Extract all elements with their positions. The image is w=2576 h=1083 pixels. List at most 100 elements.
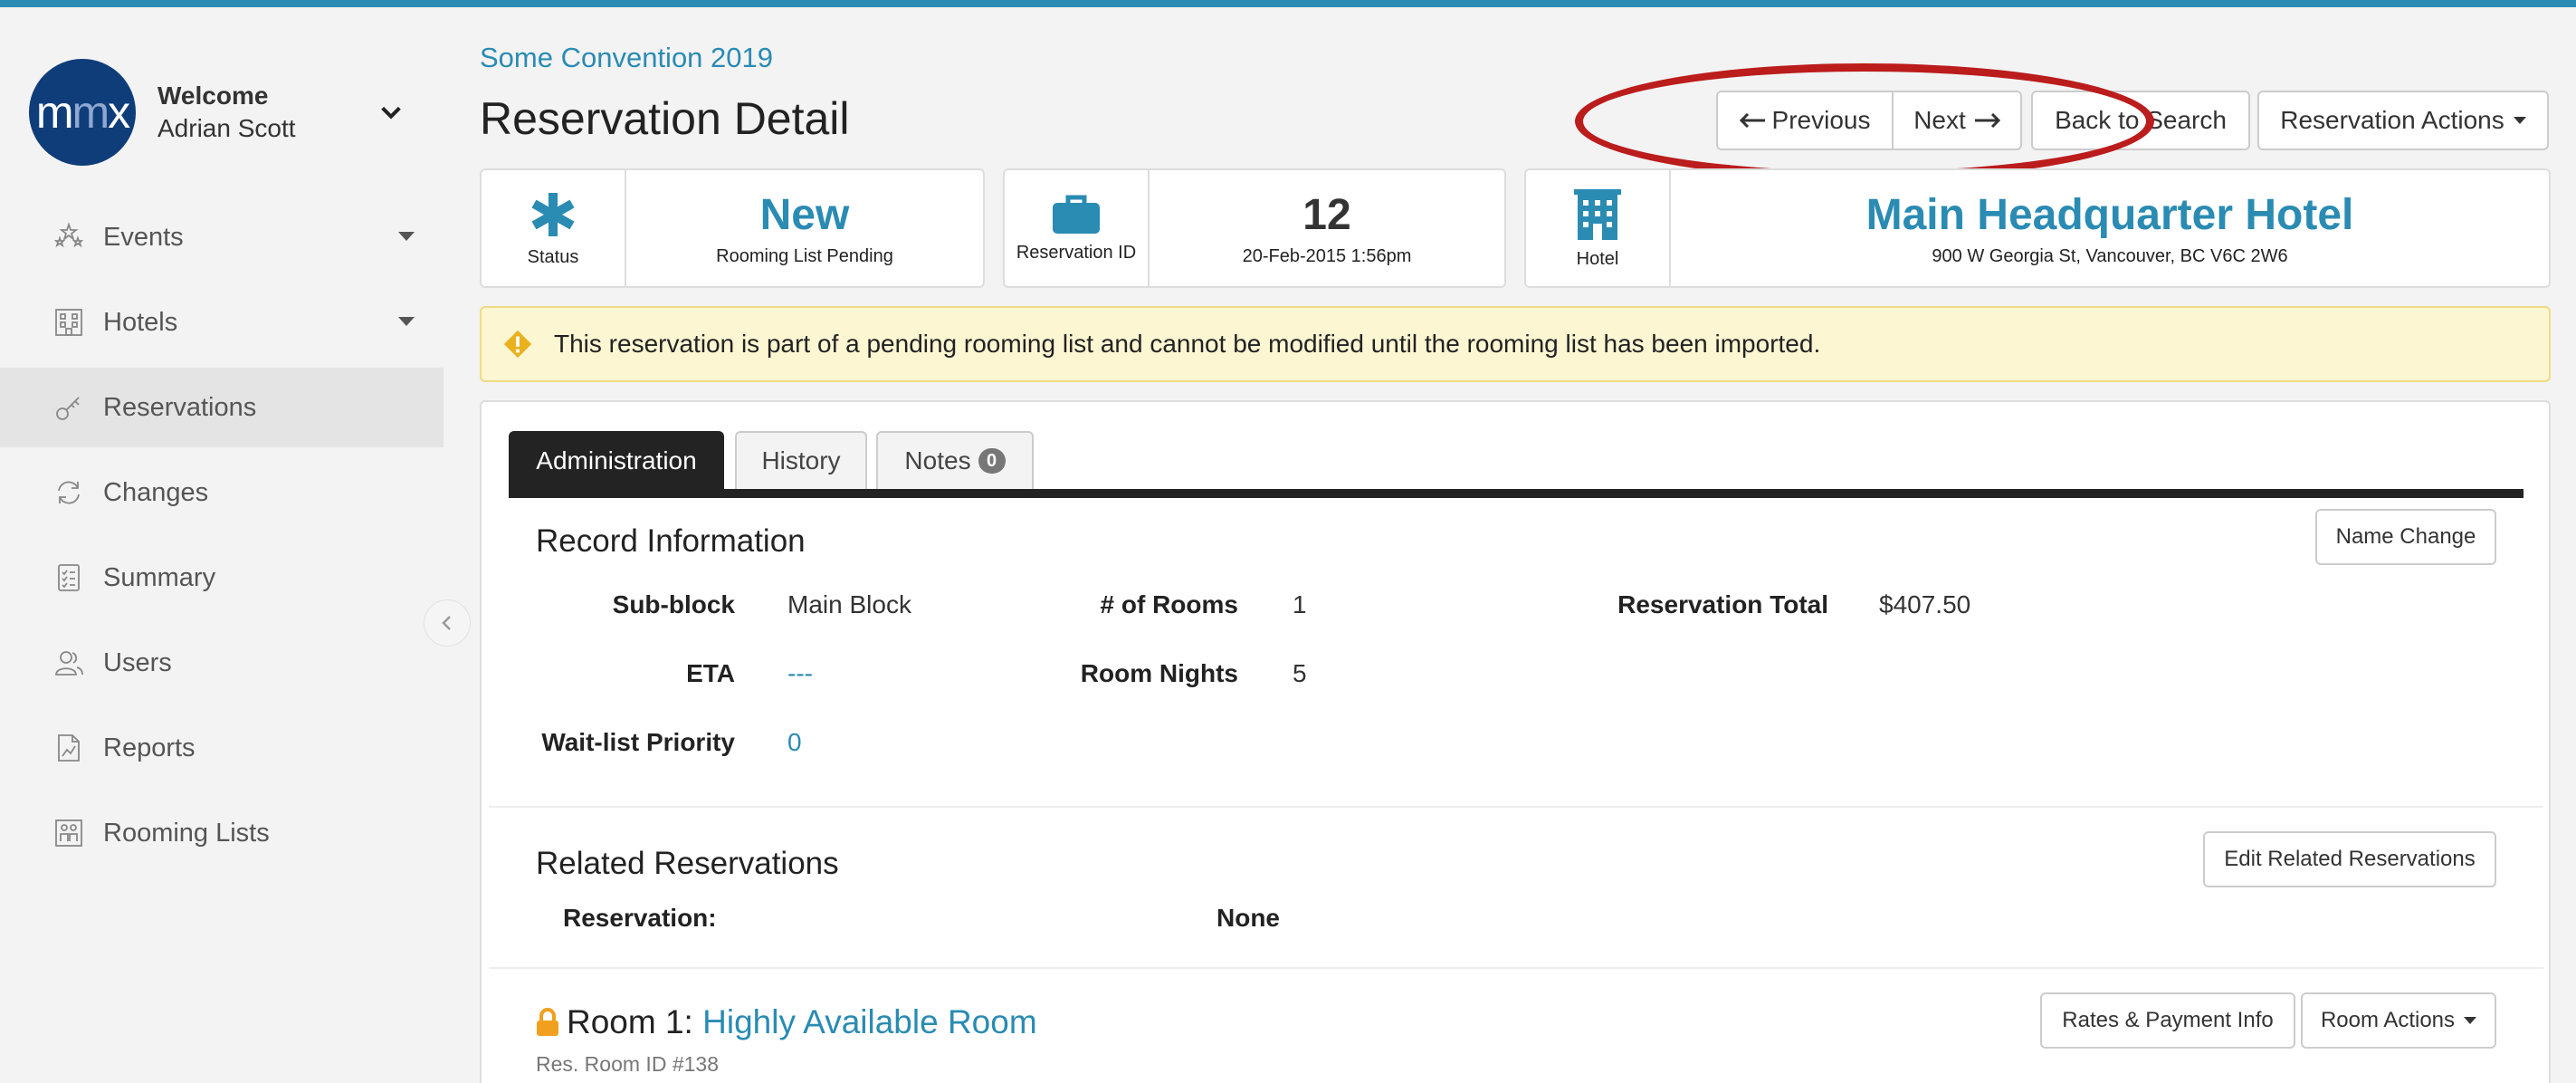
status-card: Status New Rooming List Pending — [480, 168, 985, 288]
refresh-icon — [52, 476, 85, 509]
tab-administration[interactable]: Administration — [509, 431, 724, 489]
caret-down-icon — [2464, 1017, 2477, 1024]
back-to-search-button[interactable]: Back to Search — [2031, 91, 2250, 150]
rooms-value: 1 — [1293, 590, 1307, 618]
reservation-id-label: Reservation ID — [1016, 242, 1137, 263]
tab-underline — [509, 489, 2524, 498]
rooming-list-icon — [52, 817, 85, 849]
room-nights-value: 5 — [1293, 659, 1307, 687]
related-reservation-label: Reservation: — [563, 904, 717, 932]
reservation-icon-col: Reservation ID — [1005, 170, 1150, 286]
status-sub: Rooming List Pending — [716, 245, 893, 266]
page-title: Reservation Detail — [480, 93, 850, 144]
rooms-label: # of Rooms — [1100, 590, 1238, 618]
chart-document-icon — [52, 732, 85, 764]
eta-value[interactable]: --- — [787, 659, 813, 688]
tab-label: Notes — [904, 446, 971, 474]
reservation-actions-dropdown[interactable]: Reservation Actions — [2257, 91, 2549, 150]
status-label: Status — [527, 246, 579, 267]
previous-label: Previous — [1771, 106, 1871, 134]
lock-icon — [537, 1008, 558, 1036]
reservation-main: 12 20-Feb-2015 1:56pm — [1150, 170, 1504, 286]
sidebar: mmx Welcome Adrian Scott Events Hotels R… — [0, 7, 444, 1083]
eta-label: ETA — [686, 659, 735, 687]
breadcrumb[interactable]: Some Convention 2019 — [480, 42, 773, 74]
sidebar-item-events[interactable]: Events — [0, 197, 444, 277]
briefcase-icon — [1053, 195, 1100, 234]
welcome-text: Welcome Adrian Scott — [157, 80, 296, 145]
related-reservations-title: Related Reservations — [536, 846, 839, 881]
related-reservation-value: None — [1216, 904, 1280, 932]
sidebar-item-summary[interactable]: Summary — [0, 538, 444, 618]
back-to-search-label: Back to Search — [2055, 106, 2227, 134]
checklist-icon — [52, 561, 85, 594]
caret-down-icon — [2513, 117, 2526, 124]
room-actions-label: Room Actions — [2320, 1008, 2456, 1032]
user-menu[interactable]: mmx Welcome Adrian Scott — [29, 58, 418, 167]
sidebar-item-hotels[interactable]: Hotels — [0, 283, 444, 362]
section-divider — [489, 967, 2543, 969]
users-icon — [52, 647, 85, 679]
next-label: Next — [1913, 106, 1966, 134]
sidebar-item-label: Users — [103, 647, 172, 677]
reservation-total-label: Reservation Total — [1617, 590, 1828, 618]
sidebar-item-reports[interactable]: Reports — [0, 708, 444, 788]
section-divider — [489, 806, 2543, 808]
sidebar-item-reservations[interactable]: Reservations — [0, 368, 444, 447]
sidebar-item-label: Events — [103, 222, 184, 252]
room-title: Room 1: Highly Available Room — [536, 1003, 1037, 1041]
chevron-down-icon[interactable] — [378, 100, 404, 125]
status-icon-col: Status — [482, 170, 626, 286]
stars-icon — [52, 221, 85, 254]
asterisk-icon — [531, 192, 575, 236]
sidebar-item-label: Changes — [103, 477, 209, 507]
tab-label: History — [761, 446, 841, 474]
sidebar-item-label: Reports — [103, 733, 196, 762]
hotel-name[interactable]: Main Headquarter Hotel — [1866, 190, 2354, 241]
hotel-icon-col: Hotel — [1526, 170, 1671, 286]
name-change-button[interactable]: Name Change — [2315, 509, 2496, 565]
room-actions-dropdown[interactable]: Room Actions — [2301, 992, 2496, 1049]
sidebar-item-label: Rooming Lists — [103, 818, 270, 848]
collapse-sidebar-button[interactable] — [424, 599, 471, 647]
sidebar-item-label: Reservations — [103, 392, 257, 422]
welcome-title: Welcome — [157, 81, 269, 110]
sidebar-item-users[interactable]: Users — [0, 623, 444, 703]
hotel-address: 900 W Georgia St, Vancouver, BC V6C 2W6 — [1932, 245, 2288, 266]
room-name-link[interactable]: Highly Available Room — [702, 1003, 1037, 1041]
caret-down-icon — [398, 317, 415, 326]
waitlist-priority-value[interactable]: 0 — [787, 728, 802, 757]
sidebar-item-label: Hotels — [103, 307, 178, 337]
edit-related-reservations-button[interactable]: Edit Related Reservations — [2203, 831, 2496, 887]
caret-down-icon — [398, 232, 415, 241]
room-nights-label: Room Nights — [1080, 659, 1238, 687]
tab-label: Administration — [536, 446, 697, 474]
hotel-main: Main Headquarter Hotel 900 W Georgia St,… — [1671, 170, 2549, 286]
waitlist-priority-label: Wait-list Priority — [541, 728, 735, 756]
hotel-label: Hotel — [1576, 248, 1619, 269]
sidebar-item-rooming-lists[interactable]: Rooming Lists — [0, 793, 444, 873]
tab-notes[interactable]: Notes 0 — [876, 431, 1034, 489]
next-button[interactable]: Next — [1892, 91, 2022, 150]
reservation-total-value: $407.50 — [1879, 590, 1971, 618]
top-accent-bar — [0, 0, 2576, 7]
chevron-left-icon — [442, 616, 451, 630]
previous-button[interactable]: Previous — [1716, 91, 1894, 150]
reservation-actions-label: Reservation Actions — [2280, 106, 2504, 134]
hotel-building-icon — [1574, 188, 1621, 240]
tab-history[interactable]: History — [735, 431, 867, 489]
rates-payment-info-button[interactable]: Rates & Payment Info — [2040, 992, 2295, 1049]
building-icon — [52, 306, 85, 339]
arrow-right-icon — [1974, 113, 2000, 128]
sidebar-item-changes[interactable]: Changes — [0, 453, 444, 532]
user-name: Adrian Scott — [157, 114, 296, 142]
arrow-left-icon — [1739, 113, 1765, 128]
alert-text: This reservation is part of a pending ro… — [554, 330, 1821, 358]
reservation-date: 20-Feb-2015 1:56pm — [1242, 245, 1412, 266]
mmx-logo: mmx — [29, 59, 136, 166]
status-value: New — [759, 190, 850, 239]
reservation-id-card: Reservation ID 12 20-Feb-2015 1:56pm — [1003, 168, 1506, 288]
reservation-id-value: 12 — [1302, 190, 1351, 239]
key-icon — [52, 391, 85, 424]
status-main: New Rooming List Pending — [626, 170, 983, 286]
